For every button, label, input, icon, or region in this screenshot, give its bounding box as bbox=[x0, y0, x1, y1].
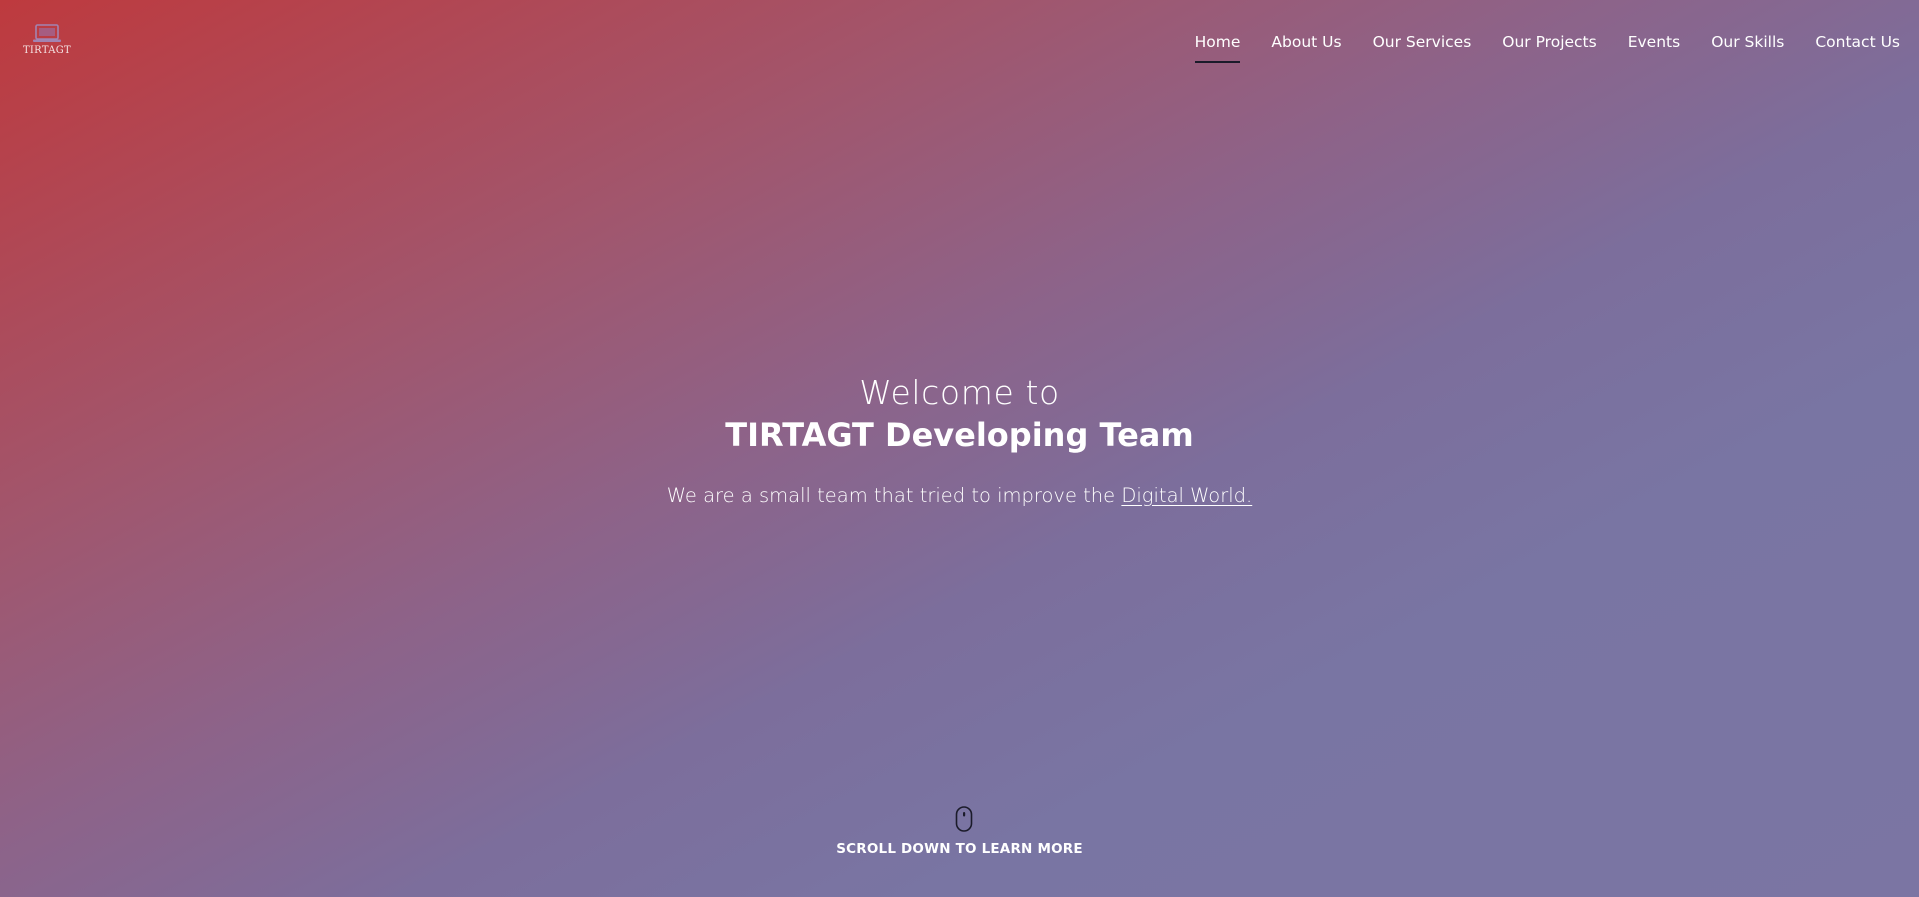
scroll-hint[interactable]: SCROLL DOWN TO LEARN MORE bbox=[0, 806, 1919, 857]
laptop-logo-icon bbox=[33, 24, 61, 42]
main-nav: Home About Us Our Services Our Projects … bbox=[1194, 31, 1900, 63]
mouse-icon bbox=[955, 806, 973, 832]
nav-our-projects[interactable]: Our Projects bbox=[1502, 31, 1596, 63]
hero-tagline: We are a small team that tried to improv… bbox=[0, 483, 1919, 509]
digital-world-link[interactable]: Digital World. bbox=[1121, 484, 1252, 507]
nav-events[interactable]: Events bbox=[1628, 31, 1680, 63]
hero-welcome: Welcome to bbox=[859, 373, 1060, 412]
brand-logo[interactable]: TIRTAGT bbox=[22, 24, 72, 64]
hero-section: Welcome to TIRTAGT Developing Team We ar… bbox=[0, 372, 1919, 509]
nav-our-skills[interactable]: Our Skills bbox=[1711, 31, 1784, 63]
scroll-down-label: SCROLL DOWN TO LEARN MORE bbox=[836, 841, 1083, 857]
nav-contact-us[interactable]: Contact Us bbox=[1815, 31, 1900, 63]
hero-tagline-text: We are a small team that tried to improv… bbox=[666, 484, 1122, 507]
hero-title: TIRTAGT Developing Team bbox=[725, 416, 1194, 454]
nav-about-us[interactable]: About Us bbox=[1271, 31, 1341, 63]
logo-text: TIRTAGT bbox=[22, 45, 72, 56]
nav-our-services[interactable]: Our Services bbox=[1373, 31, 1472, 63]
nav-home[interactable]: Home bbox=[1194, 31, 1240, 63]
